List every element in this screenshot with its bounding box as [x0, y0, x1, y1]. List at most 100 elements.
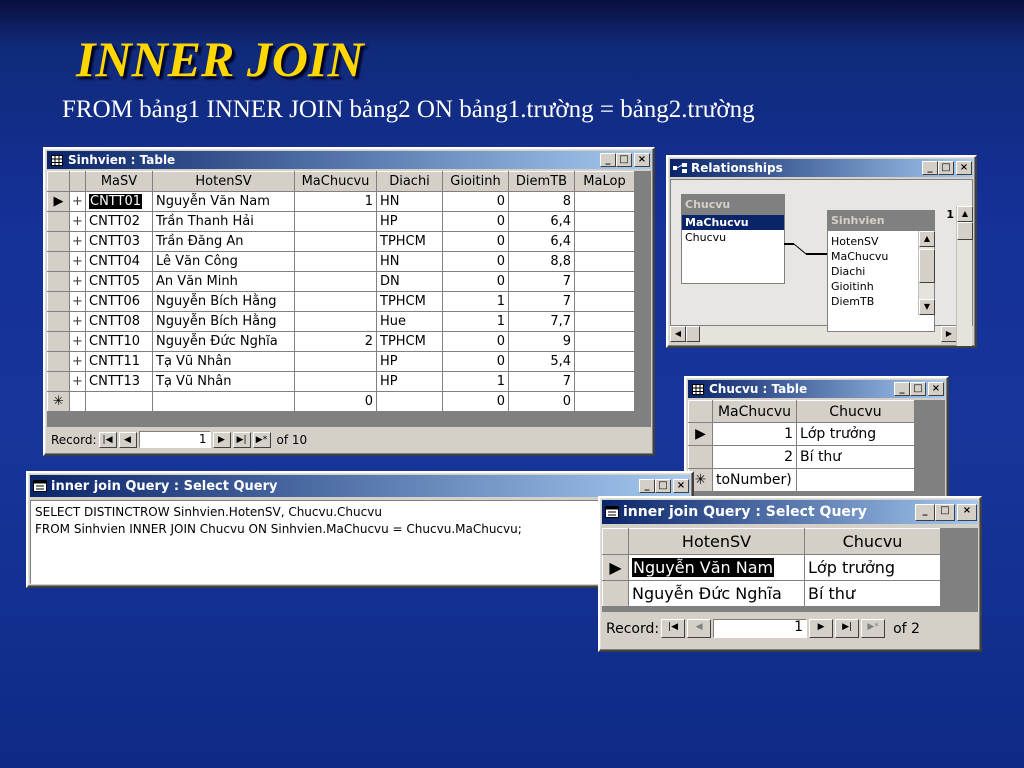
grid-cell[interactable] [796, 468, 915, 492]
record-selector[interactable] [47, 251, 70, 272]
result-query-window[interactable]: inner join Query : Select Query _ □ × Ho… [598, 496, 982, 652]
column-header[interactable]: Diachi [376, 171, 443, 192]
grid-cell[interactable]: Tạ Vũ Nhân [152, 351, 295, 372]
record-selector[interactable] [47, 231, 70, 252]
grid-cell[interactable]: 6,4 [508, 231, 575, 252]
grid-cell[interactable]: TPHCM [376, 291, 443, 312]
table-row[interactable]: + CNTT10 Nguyễn Đức Nghĩa 2 TPHCM 0 9 [47, 331, 635, 352]
scroll-thumb[interactable] [919, 249, 935, 283]
record-selector[interactable] [688, 445, 713, 469]
grid-cell[interactable]: Hue [376, 311, 443, 332]
new-record-row[interactable]: ✳ toNumber) [688, 468, 915, 492]
grid-cell[interactable]: 0 [442, 251, 509, 272]
expand-icon[interactable]: + [69, 311, 86, 332]
relationships-titlebar[interactable]: Relationships _ □ × [670, 159, 973, 177]
grid-cell[interactable]: Nguyễn Đức Nghĩa [628, 580, 805, 607]
expand-icon[interactable]: + [69, 191, 86, 212]
close-button[interactable]: × [957, 503, 977, 521]
sql-query-window[interactable]: inner join Query : Select Query _ □ × SE… [26, 471, 694, 588]
record-selector[interactable] [47, 371, 70, 392]
scroll-thumb[interactable] [957, 222, 973, 240]
grid-cell[interactable]: Lê Văn Công [152, 251, 295, 272]
grid-cell[interactable] [574, 351, 635, 372]
grid-cell[interactable]: CNTT01 [85, 191, 153, 212]
record-selector[interactable] [47, 291, 70, 312]
grid-cell[interactable] [85, 391, 153, 412]
grid-cell[interactable] [574, 231, 635, 252]
grid-cell[interactable] [294, 311, 377, 332]
column-header[interactable]: MaChucvu [712, 400, 797, 423]
record-number-input[interactable]: 1 [713, 619, 808, 638]
expand-icon[interactable]: + [69, 371, 86, 392]
grid-cell[interactable]: Trần Đăng An [152, 231, 295, 252]
current-record-indicator[interactable]: ▶ [47, 191, 70, 212]
table-row[interactable]: + CNTT13 Tạ Vũ Nhân HP 1 7 [47, 371, 635, 392]
grid-cell[interactable]: Bí thư [804, 580, 941, 607]
vertical-scrollbar[interactable]: ▲ [956, 206, 973, 346]
record-selector[interactable] [47, 351, 70, 372]
grid-cell[interactable] [574, 251, 635, 272]
grid-cell[interactable]: Lớp trưởng [804, 554, 941, 581]
close-button[interactable]: × [956, 161, 972, 175]
grid-cell[interactable]: 0 [442, 351, 509, 372]
grid-cell[interactable]: 0 [442, 191, 509, 212]
grid-cell[interactable]: Nguyễn Đức Nghĩa [152, 331, 295, 352]
sql-query-titlebar[interactable]: inner join Query : Select Query _ □ × [30, 475, 690, 497]
grid-cell[interactable] [294, 371, 377, 392]
grid-cell[interactable]: CNTT11 [85, 351, 153, 372]
table-row[interactable]: Nguyễn Đức Nghĩa Bí thư [602, 580, 941, 607]
column-header[interactable]: DiemTB [508, 171, 575, 192]
field-item[interactable]: Chucvu [682, 230, 784, 245]
grid-cell[interactable]: 7 [508, 291, 575, 312]
table-row[interactable]: + CNTT02 Trần Thanh Hải HP 0 6,4 [47, 211, 635, 232]
next-record-button[interactable]: ▶ [212, 431, 231, 448]
expand-icon[interactable]: + [69, 231, 86, 252]
grid-cell[interactable]: 0 [294, 391, 377, 412]
grid-cell[interactable]: 9 [508, 331, 575, 352]
grid-cell[interactable]: 0 [508, 391, 575, 412]
grid-cell[interactable]: 7,7 [508, 311, 575, 332]
new-record-row[interactable]: ✳ 0 0 0 [47, 391, 635, 412]
table-row[interactable]: ▶ 1 Lớp trưởng [688, 422, 915, 446]
table-row[interactable]: + CNTT06 Nguyễn Bích Hằng TPHCM 1 7 [47, 291, 635, 312]
maximize-button[interactable]: □ [616, 153, 632, 167]
table-row[interactable]: ▶ Nguyễn Văn Nam Lớp trưởng [602, 554, 941, 581]
scroll-thumb[interactable] [686, 326, 700, 342]
current-record-indicator[interactable]: ▶ [688, 422, 713, 446]
corner-cell[interactable] [688, 400, 713, 423]
expand-icon[interactable]: + [69, 251, 86, 272]
minimize-button[interactable]: _ [639, 479, 655, 493]
prev-record-button[interactable]: ◀ [687, 619, 712, 638]
chucvu-table-window[interactable]: Chucvu : Table _ □ × MaChucvu Chucvu ▶ 1… [684, 376, 949, 501]
grid-cell[interactable]: HP [376, 351, 443, 372]
first-record-button[interactable]: |◀ [98, 431, 117, 448]
grid-cell[interactable]: Nguyễn Bích Hằng [152, 311, 295, 332]
sinhvien-table-box[interactable]: Sinhvien HotenSV MaChucvu Diachi Gioitin… [827, 210, 935, 332]
record-selector[interactable] [47, 331, 70, 352]
new-record-icon[interactable]: ✳ [47, 391, 70, 412]
grid-cell[interactable]: 2 [712, 445, 797, 469]
close-button[interactable]: × [673, 479, 689, 493]
expand-icon[interactable]: + [69, 351, 86, 372]
grid-cell[interactable]: CNTT08 [85, 311, 153, 332]
column-header[interactable]: HotenSV [152, 171, 295, 192]
grid-cell[interactable] [574, 291, 635, 312]
grid-cell[interactable]: Trần Thanh Hải [152, 211, 295, 232]
record-selector[interactable] [47, 311, 70, 332]
sinhvien-table-titlebar[interactable]: Sinhvien : Table _ □ × [47, 151, 651, 169]
grid-cell[interactable]: TPHCM [376, 231, 443, 252]
table-row[interactable]: + CNTT05 An Văn Minh DN 0 7 [47, 271, 635, 292]
grid-cell[interactable]: 2 [294, 331, 377, 352]
expand-icon[interactable]: + [69, 211, 86, 232]
record-selector[interactable] [47, 271, 70, 292]
grid-cell[interactable]: 5,4 [508, 351, 575, 372]
column-header[interactable]: MaSV [85, 171, 153, 192]
grid-cell[interactable]: 0 [442, 271, 509, 292]
grid-cell[interactable] [294, 231, 377, 252]
grid-cell[interactable]: CNTT04 [85, 251, 153, 272]
table-row[interactable]: + CNTT04 Lê Văn Công HN 0 8,8 [47, 251, 635, 272]
corner-cell[interactable] [602, 528, 629, 555]
grid-cell[interactable]: 7 [508, 371, 575, 392]
grid-cell[interactable] [574, 271, 635, 292]
grid-cell[interactable]: 1 [294, 191, 377, 212]
